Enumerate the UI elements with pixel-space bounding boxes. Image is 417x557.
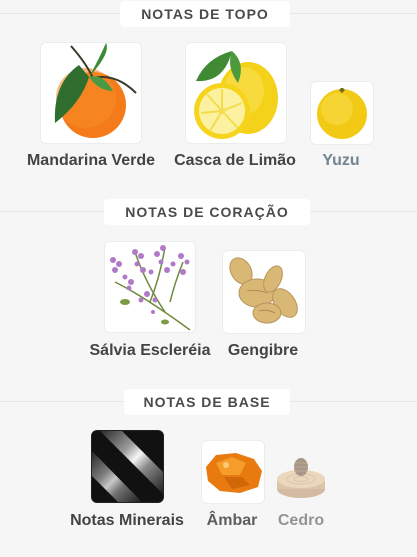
note-label-gengibre: Gengibre <box>227 342 299 359</box>
mineral-icon <box>91 430 164 503</box>
note-label-casca-de-limao: Casca de Limão <box>174 152 296 169</box>
note-label-cedro: Cedro <box>277 512 325 529</box>
amber-icon <box>201 440 265 504</box>
note-label-notas-minerais: Notas Minerais <box>70 512 184 529</box>
section-title-top: NOTAS DE TOPO <box>120 1 290 27</box>
yuzu-icon <box>310 81 374 145</box>
note-label-ambar: Âmbar <box>206 512 258 529</box>
clary-sage-icon <box>104 241 196 333</box>
note-label-yuzu: Yuzu <box>322 152 360 169</box>
section-title-base: NOTAS DE BASE <box>124 389 290 415</box>
lemon-icon <box>185 42 287 144</box>
note-label-salvia-esclareia: Sálvia Escleréia <box>89 342 211 359</box>
note-label-mandarina-verde: Mandarina Verde <box>26 152 156 169</box>
mandarin-icon <box>40 42 142 144</box>
ginger-icon <box>222 250 306 334</box>
section-title-heart: NOTAS DE CORAÇÃO <box>104 199 310 225</box>
cedar-icon <box>275 449 328 502</box>
